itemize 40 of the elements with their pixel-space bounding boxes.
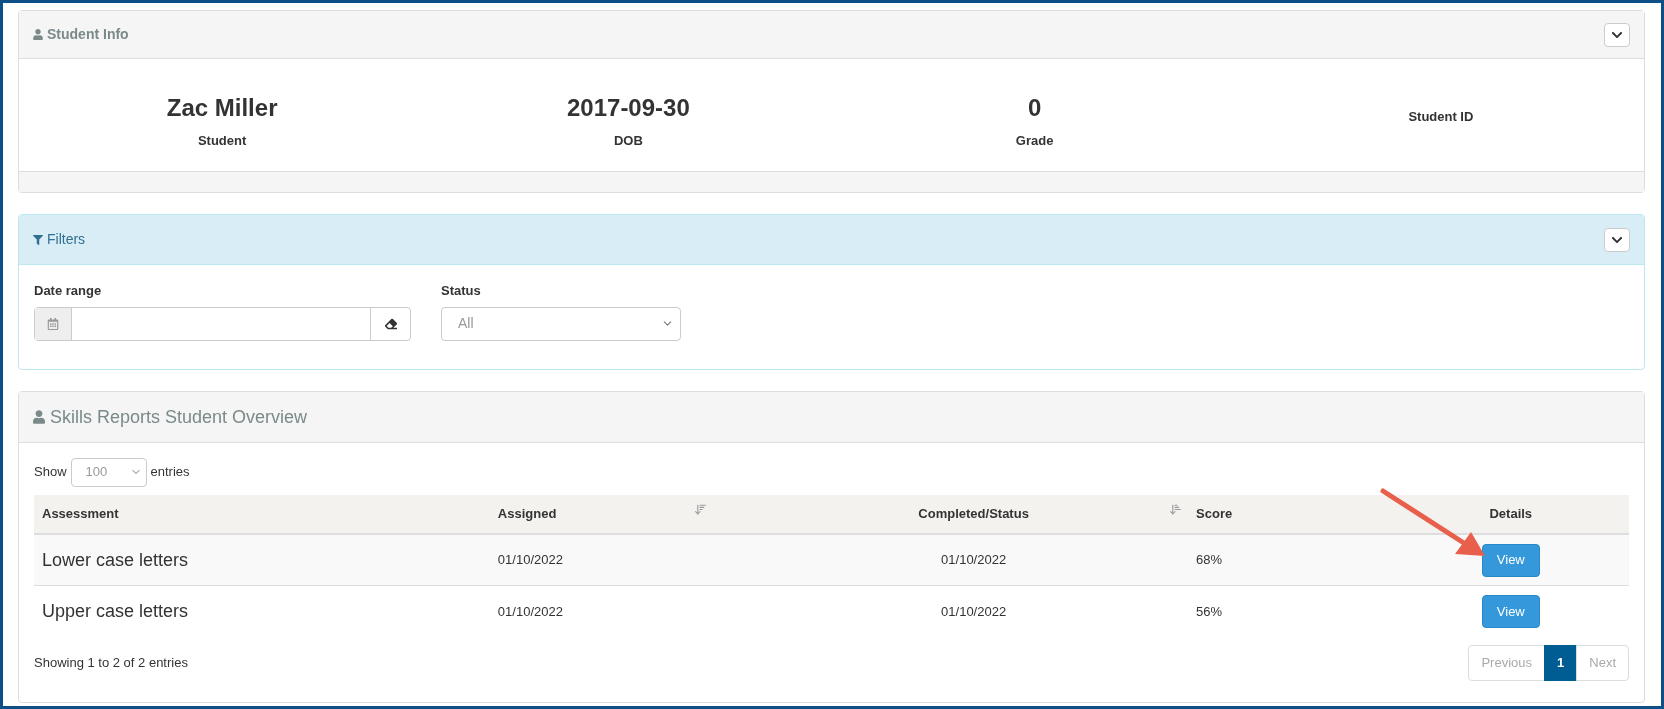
stat-value: 2017-09-30: [567, 93, 690, 123]
stat-label: Student ID: [1408, 108, 1474, 126]
calendar-icon: [47, 317, 59, 330]
collapse-toggle[interactable]: [1604, 22, 1630, 47]
panel-title: Filters: [47, 230, 86, 249]
panel-title: Skills Reports Student Overview: [50, 405, 308, 429]
filter-icon: [33, 234, 43, 245]
stat-value: 0: [1027, 93, 1042, 123]
assessment-name: Upper case letters: [42, 600, 189, 623]
table-cell-text: 01/10/2022: [497, 551, 563, 570]
date-range-field[interactable]: [34, 306, 411, 341]
pagination-button[interactable]: 1: [1544, 645, 1578, 681]
column-header[interactable]: Assigned: [489, 495, 760, 533]
table-cell-text: 68%: [1196, 551, 1223, 570]
sort-icon[interactable]: [1169, 503, 1183, 516]
eraser-icon: [384, 317, 397, 330]
column-header[interactable]: Completed/Status: [759, 495, 1189, 533]
entries-label: entries: [150, 463, 190, 482]
table-cell-text: 01/10/2022: [941, 602, 1007, 621]
show-label: Show: [34, 463, 67, 482]
stat-label: Student: [197, 132, 247, 150]
column-header[interactable]: Assessment: [34, 495, 490, 533]
table-cell-text: 56%: [1196, 602, 1223, 621]
table-info: Showing 1 to 2 of 2 entries: [34, 654, 188, 673]
table-cell-text: 01/10/2022: [497, 602, 563, 621]
stat-value: Zac Miller: [166, 93, 278, 123]
collapse-toggle[interactable]: [1604, 227, 1630, 252]
sort-icon[interactable]: [694, 503, 708, 516]
panel-title: Student Info: [47, 25, 129, 44]
user-icon: [33, 410, 45, 424]
column-header[interactable]: Score: [1188, 495, 1393, 533]
assessment-name: Lower case letters: [42, 548, 189, 572]
stat-label: Grade: [1015, 132, 1054, 150]
user-icon: [33, 29, 43, 40]
field-label: Date range: [34, 282, 103, 300]
stat-label: DOB: [613, 132, 643, 150]
table-cell-text: 01/10/2022: [941, 551, 1007, 570]
field-label: Status: [441, 282, 482, 300]
status-placeholder: All: [458, 314, 474, 333]
column-header[interactable]: Details: [1392, 495, 1629, 533]
